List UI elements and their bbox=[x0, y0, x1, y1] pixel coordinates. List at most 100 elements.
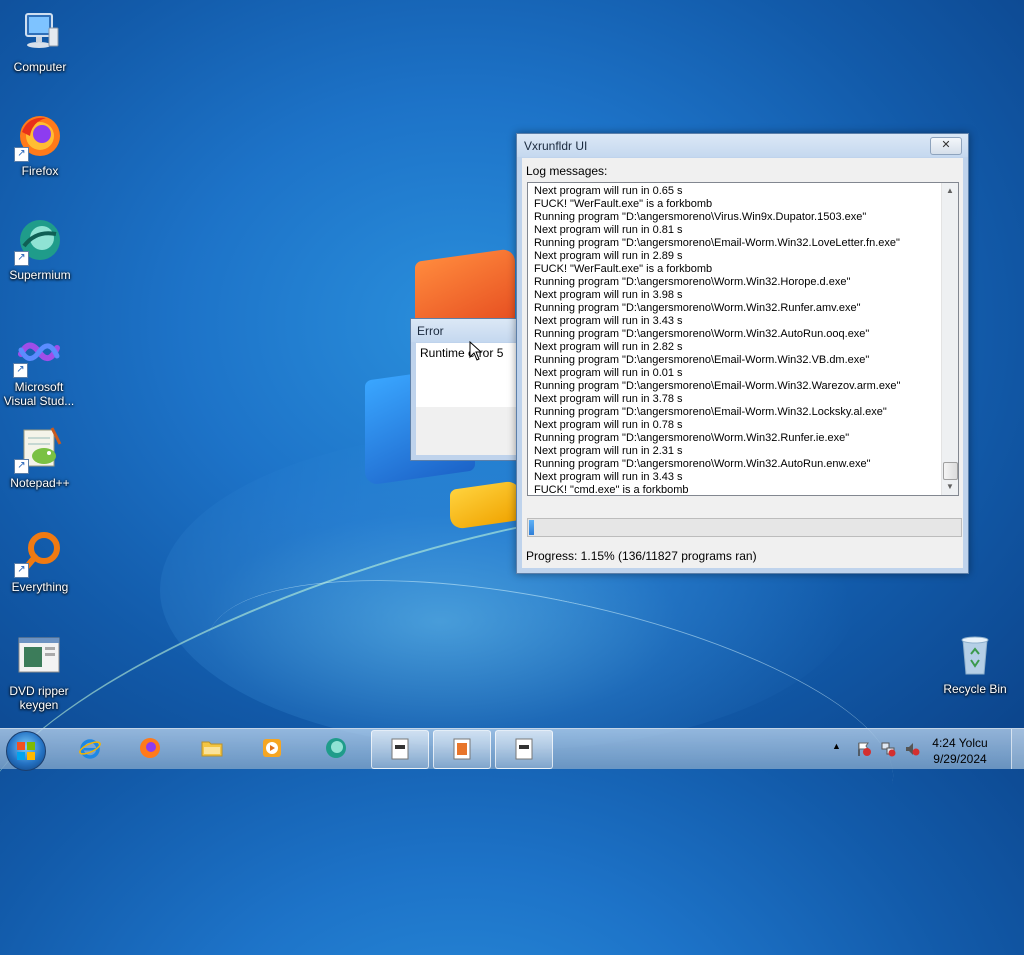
log-line: Next program will run in 0.81 s bbox=[534, 224, 683, 236]
desktop-icon-label: Notepad++ bbox=[10, 476, 70, 490]
log-line: FUCK! "WerFault.exe" is a forkbomb bbox=[534, 263, 713, 275]
desktop-icon-supermium[interactable]: ↗ Supermium bbox=[2, 216, 78, 282]
desktop-icon-label: DVD ripper keygen bbox=[9, 684, 69, 712]
window-title: Vxrunfldr UI bbox=[524, 139, 588, 153]
desktop-icon-dvd-ripper-keygen[interactable]: DVD ripper keygen bbox=[0, 632, 78, 712]
log-line: Running program "D:\angersmoreno\Worm.Wi… bbox=[534, 328, 870, 340]
error-titlebar[interactable]: Error bbox=[411, 319, 519, 342]
error-title: Error bbox=[417, 324, 444, 338]
show-desktop-button[interactable] bbox=[1011, 729, 1024, 769]
clock-date: 9/29/2024 bbox=[933, 752, 987, 766]
close-icon: ✕ bbox=[941, 139, 951, 151]
log-line: Running program "D:\angersmoreno\Worm.Wi… bbox=[534, 458, 871, 470]
volume-muted-icon[interactable] bbox=[904, 741, 920, 757]
log-line: Running program "D:\angersmoreno\Worm.Wi… bbox=[534, 432, 850, 444]
taskbar-error-window[interactable] bbox=[433, 730, 491, 769]
log-line: Next program will run in 3.98 s bbox=[534, 289, 683, 301]
application-window-icon bbox=[515, 738, 533, 760]
desktop-icon-notepadpp[interactable]: ↗ Notepad++ bbox=[2, 424, 78, 490]
application-window-icon bbox=[453, 738, 471, 760]
error-dialog[interactable]: Error Runtime error 5 bbox=[410, 318, 520, 461]
log-line: Next program will run in 2.89 s bbox=[534, 250, 683, 262]
application-window-icon bbox=[391, 738, 409, 760]
desktop-icon-label: Everything bbox=[11, 580, 69, 594]
log-line: Next program will run in 0.01 s bbox=[534, 367, 683, 379]
log-line: Next program will run in 0.65 s bbox=[534, 185, 683, 197]
start-button[interactable] bbox=[6, 731, 46, 771]
log-line: Running program "D:\angersmoreno\Worm.Wi… bbox=[534, 302, 861, 314]
everything-search-icon: ↗ bbox=[14, 528, 64, 578]
desktop-icon-visual-studio[interactable]: ↗ Microsoft Visual Stud... bbox=[0, 328, 78, 408]
application-window-icon bbox=[15, 632, 63, 680]
log-line: Running program "D:\angersmoreno\Email-W… bbox=[534, 354, 870, 366]
desktop-icon-label: Recycle Bin bbox=[943, 682, 1007, 696]
action-center-flag-icon[interactable] bbox=[856, 741, 872, 757]
log-line: Next program will run in 2.31 s bbox=[534, 445, 683, 457]
taskbar: ▲ 4:24 Yolcu 9/29/2024 bbox=[0, 728, 1024, 771]
desktop-icon-computer[interactable]: Computer bbox=[2, 8, 78, 74]
supermium-icon bbox=[326, 738, 346, 758]
log-line: Next program will run in 3.78 s bbox=[534, 393, 683, 405]
network-icon[interactable] bbox=[880, 741, 896, 757]
firefox-icon: ↗ bbox=[14, 112, 64, 162]
close-button[interactable]: ✕ bbox=[930, 137, 962, 155]
log-line: Running program "D:\angersmoreno\Email-W… bbox=[534, 406, 887, 418]
taskbar-file-explorer[interactable] bbox=[184, 730, 240, 767]
log-line: Running program "D:\angersmoreno\Worm.Wi… bbox=[534, 276, 851, 288]
scroll-up-arrow-icon[interactable]: ▲ bbox=[942, 183, 958, 199]
taskbar-app-window[interactable] bbox=[495, 730, 553, 769]
log-line: FUCK! "WerFault.exe" is a forkbomb bbox=[534, 198, 713, 210]
taskbar-firefox[interactable] bbox=[122, 730, 178, 767]
log-line: Running program "D:\angersmoreno\Email-W… bbox=[534, 380, 901, 392]
firefox-icon bbox=[140, 738, 160, 758]
taskbar-internet-explorer[interactable] bbox=[62, 730, 118, 767]
vxrunfldr-window[interactable]: Vxrunfldr UI ✕ Log messages: Next progra… bbox=[516, 133, 969, 574]
error-message: Runtime error 5 bbox=[420, 346, 504, 360]
scrollbar-thumb[interactable] bbox=[943, 462, 958, 480]
desktop-icon-firefox[interactable]: ↗ Firefox bbox=[2, 112, 78, 178]
log-line: Next program will run in 0.78 s bbox=[534, 419, 683, 431]
internet-explorer-icon bbox=[79, 739, 101, 759]
media-player-icon bbox=[263, 739, 281, 757]
log-scrollbar[interactable]: ▲ ▼ bbox=[941, 183, 958, 495]
log-line: Next program will run in 3.43 s bbox=[534, 315, 683, 327]
window-client-area: Log messages: Next program will run in 0… bbox=[522, 158, 963, 568]
progress-text: Progress: 1.15% (136/11827 programs ran) bbox=[526, 549, 757, 563]
log-label: Log messages: bbox=[526, 164, 608, 178]
taskbar-media-player[interactable] bbox=[244, 730, 300, 767]
shortcut-arrow-icon: ↗ bbox=[14, 147, 29, 162]
shortcut-arrow-icon: ↗ bbox=[14, 251, 29, 266]
computer-icon bbox=[16, 8, 64, 56]
folder-icon bbox=[201, 741, 223, 757]
system-clock[interactable]: 4:24 Yolcu 9/29/2024 bbox=[925, 735, 995, 767]
taskbar-supermium[interactable] bbox=[308, 730, 364, 767]
desktop-icon-label: Microsoft Visual Stud... bbox=[3, 380, 75, 408]
log-line: Running program "D:\angersmoreno\Email-W… bbox=[534, 237, 900, 249]
log-line: Running program "D:\angersmoreno\Virus.W… bbox=[534, 211, 867, 223]
desktop-icon-label: Supermium bbox=[9, 268, 71, 282]
supermium-icon: ↗ bbox=[14, 216, 64, 266]
shortcut-arrow-icon: ↗ bbox=[14, 459, 29, 474]
log-line: Next program will run in 2.82 s bbox=[534, 341, 683, 353]
log-line: FUCK! "cmd.exe" is a forkbomb bbox=[534, 484, 689, 496]
show-hidden-icons-chevron-icon[interactable]: ▲ bbox=[832, 741, 848, 757]
error-footer bbox=[416, 407, 519, 455]
window-titlebar[interactable]: Vxrunfldr UI ✕ bbox=[517, 134, 968, 157]
visual-studio-icon: ↗ bbox=[13, 328, 63, 378]
shortcut-arrow-icon: ↗ bbox=[14, 563, 29, 578]
windows-logo-icon bbox=[17, 742, 35, 760]
desktop-icon-label: Firefox bbox=[21, 164, 59, 178]
scroll-down-arrow-icon[interactable]: ▼ bbox=[942, 479, 958, 495]
recycle-bin-icon bbox=[951, 630, 999, 678]
progress-bar-fill bbox=[529, 520, 534, 535]
clock-time: 4:24 Yolcu bbox=[932, 736, 988, 750]
notepadpp-icon: ↗ bbox=[14, 424, 64, 474]
log-listbox[interactable]: Next program will run in 0.65 s FUCK! "We… bbox=[527, 182, 959, 496]
log-line: Next program will run in 3.43 s bbox=[534, 471, 683, 483]
progress-bar bbox=[527, 518, 962, 537]
desktop-icon-everything[interactable]: ↗ Everything bbox=[2, 528, 78, 594]
desktop-icon-recycle-bin[interactable]: Recycle Bin bbox=[937, 630, 1013, 696]
shortcut-arrow-icon: ↗ bbox=[13, 363, 28, 378]
desktop-icon-label: Computer bbox=[13, 60, 67, 74]
taskbar-vxrunfldr-window[interactable] bbox=[371, 730, 429, 769]
